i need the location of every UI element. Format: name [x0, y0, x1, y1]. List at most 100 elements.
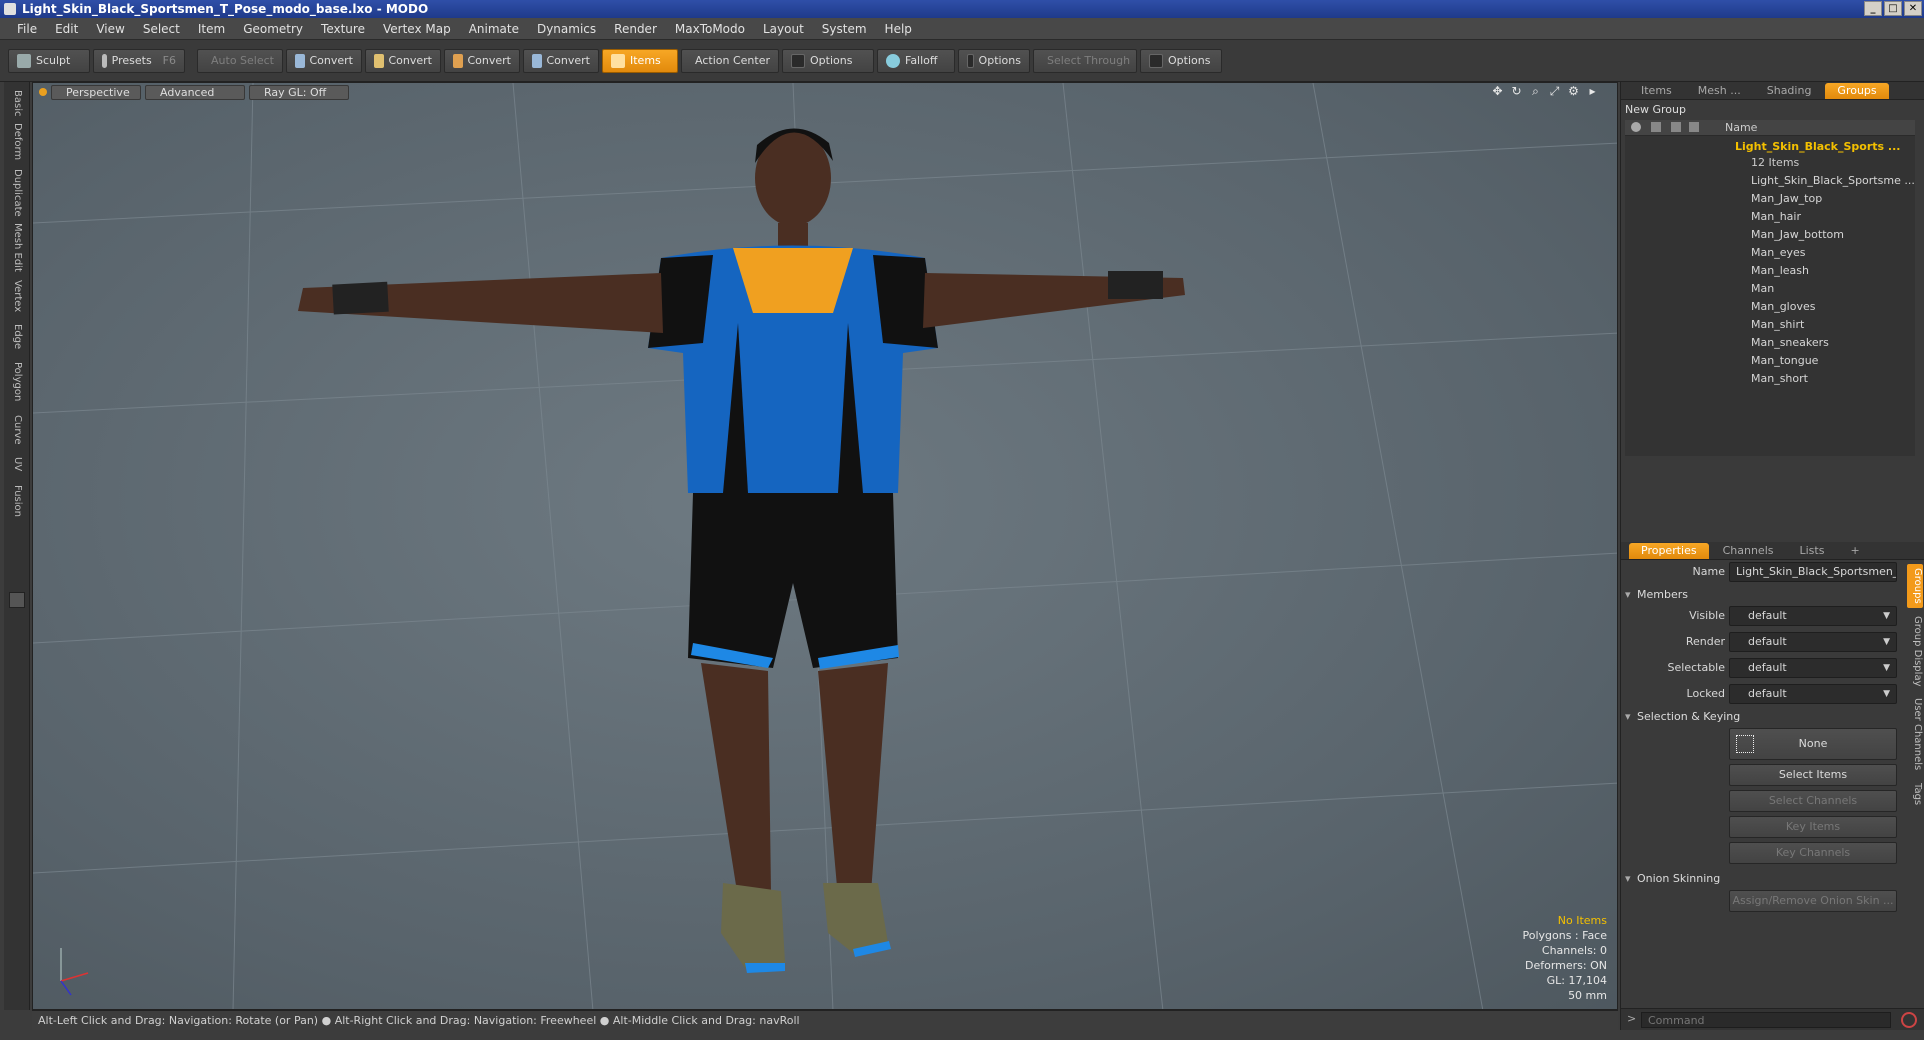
convert-button-4[interactable]: Convert — [523, 48, 599, 73]
tab-duplicate[interactable]: Duplicate — [4, 168, 30, 218]
new-group-button[interactable]: New Group — [1625, 102, 1921, 118]
assign-onion-skin-button[interactable]: Assign/Remove Onion Skin ... — [1729, 890, 1897, 912]
selectable-dropdown[interactable]: default ▼ — [1729, 658, 1897, 678]
select-channels-button[interactable]: Select Channels — [1729, 790, 1897, 812]
action-center-options-button[interactable]: Options — [782, 48, 874, 73]
menu-help[interactable]: Help — [876, 18, 921, 40]
list-item[interactable]: Man — [1751, 280, 1924, 298]
menu-animate[interactable]: Animate — [460, 18, 528, 40]
add-tab-button[interactable]: + — [1838, 543, 1871, 559]
menu-system[interactable]: System — [813, 18, 876, 40]
chevron-right-icon[interactable]: ▸ — [1586, 85, 1599, 98]
group-name-field[interactable]: Light_Skin_Black_Sportsmen_T_P — [1729, 562, 1897, 582]
tab-uv[interactable]: UV — [4, 452, 30, 476]
select-through-options-button[interactable]: Options — [1140, 48, 1222, 73]
menu-texture[interactable]: Texture — [312, 18, 374, 40]
list-item[interactable]: Light_Skin_Black_Sportsme ... — [1751, 172, 1924, 190]
falloff-button[interactable]: Falloff — [877, 48, 955, 73]
key-items-button[interactable]: Key Items — [1729, 816, 1897, 838]
zoom-icon[interactable]: ⌕ — [1529, 85, 1542, 98]
menu-geometry[interactable]: Geometry — [234, 18, 312, 40]
list-item[interactable]: Man_gloves — [1751, 298, 1924, 316]
tab-groups[interactable]: Groups — [1825, 82, 1889, 99]
raygl-toggle[interactable]: Ray GL: Off — [249, 84, 349, 100]
tab-lists[interactable]: Lists — [1788, 543, 1837, 559]
action-center-button[interactable]: Action Center — [681, 48, 779, 73]
gear-icon[interactable]: ⚙ — [1567, 85, 1580, 98]
selection-keying-section[interactable]: Selection & Keying — [1625, 708, 1915, 726]
list-item[interactable]: Man_sneakers — [1751, 334, 1924, 352]
viewport-menu-icon[interactable] — [39, 88, 47, 96]
list-item[interactable]: Man_leash — [1751, 262, 1924, 280]
record-icon[interactable] — [1901, 1012, 1917, 1028]
list-item[interactable]: Man_Jaw_bottom — [1751, 226, 1924, 244]
render-icon[interactable] — [1651, 122, 1661, 132]
tab-deform[interactable]: Deform — [4, 122, 30, 162]
onion-skinning-section[interactable]: Onion Skinning — [1625, 870, 1915, 888]
expand-icon[interactable] — [9, 592, 25, 608]
list-item[interactable]: Man_short — [1751, 370, 1924, 388]
maximize-button[interactable]: □ — [1884, 1, 1902, 16]
minimize-button[interactable]: _ — [1864, 1, 1882, 16]
pan-icon[interactable]: ✥ — [1491, 85, 1504, 98]
side-tab-user-channels[interactable]: User Channels — [1907, 694, 1923, 774]
select-icon[interactable] — [1689, 122, 1699, 132]
locked-dropdown[interactable]: default ▼ — [1729, 684, 1897, 704]
tab-items[interactable]: Items — [1629, 83, 1684, 99]
tab-mesh[interactable]: Mesh ... — [1686, 83, 1753, 99]
side-tab-groups[interactable]: Groups — [1907, 564, 1923, 608]
tab-fusion[interactable]: Fusion — [4, 480, 30, 522]
menu-render[interactable]: Render — [605, 18, 666, 40]
menu-dynamics[interactable]: Dynamics — [528, 18, 605, 40]
side-tab-tags[interactable]: Tags — [1907, 778, 1923, 810]
command-input[interactable] — [1641, 1012, 1891, 1028]
shading-dropdown[interactable]: Advanced — [145, 84, 245, 100]
3d-viewport[interactable]: Perspective Advanced Ray GL: Off ✥ ↻ ⌕ ⤢… — [32, 82, 1618, 1010]
presets-button[interactable]: Presets F6 — [93, 48, 185, 73]
tab-basic[interactable]: Basic — [4, 88, 30, 118]
menu-view[interactable]: View — [87, 18, 133, 40]
list-item[interactable]: Man_shirt — [1751, 316, 1924, 334]
menu-edit[interactable]: Edit — [46, 18, 87, 40]
items-mode-button[interactable]: Items — [602, 48, 678, 73]
auto-select-button[interactable]: Auto Select — [197, 48, 283, 73]
convert-button-3[interactable]: Convert — [444, 48, 520, 73]
none-button[interactable]: None — [1729, 728, 1897, 760]
fit-icon[interactable]: ⤢ — [1548, 85, 1561, 98]
menu-item[interactable]: Item — [189, 18, 234, 40]
render-dropdown[interactable]: default ▼ — [1729, 632, 1897, 652]
tab-vertex[interactable]: Vertex — [4, 276, 30, 316]
menu-layout[interactable]: Layout — [754, 18, 813, 40]
tab-channels[interactable]: Channels — [1711, 543, 1786, 559]
menu-vertex-map[interactable]: Vertex Map — [374, 18, 460, 40]
falloff-options-button[interactable]: Options — [958, 48, 1030, 73]
convert-button-2[interactable]: Convert — [365, 48, 441, 73]
view-type-dropdown[interactable]: Perspective — [51, 84, 141, 100]
list-item[interactable]: Man_Jaw_top — [1751, 190, 1924, 208]
side-tab-group-display[interactable]: Group Display — [1907, 612, 1923, 690]
list-item[interactable]: Man_hair — [1751, 208, 1924, 226]
tab-polygon[interactable]: Polygon — [4, 358, 30, 406]
lock-icon[interactable] — [1671, 122, 1681, 132]
visible-dropdown[interactable]: default ▼ — [1729, 606, 1897, 626]
sculpt-button[interactable]: Sculpt — [8, 48, 90, 73]
list-item[interactable]: Man_eyes — [1751, 244, 1924, 262]
tab-mesh-edit[interactable]: Mesh Edit — [4, 222, 30, 272]
name-column-header[interactable]: Name — [1725, 120, 1757, 136]
eye-icon[interactable] — [1631, 122, 1641, 132]
select-items-button[interactable]: Select Items — [1729, 764, 1897, 786]
close-button[interactable]: ✕ — [1904, 1, 1922, 16]
tab-shading[interactable]: Shading — [1755, 83, 1824, 99]
tab-curve[interactable]: Curve — [4, 412, 30, 448]
menu-maxtomodo[interactable]: MaxToModo — [666, 18, 754, 40]
list-item[interactable]: Man_tongue — [1751, 352, 1924, 370]
select-through-button[interactable]: Select Through — [1033, 48, 1137, 73]
menu-file[interactable]: File — [8, 18, 46, 40]
key-channels-button[interactable]: Key Channels — [1729, 842, 1897, 864]
members-section[interactable]: Members — [1625, 586, 1915, 604]
convert-button-1[interactable]: Convert — [286, 48, 362, 73]
rotate-icon[interactable]: ↻ — [1510, 85, 1523, 98]
tab-properties[interactable]: Properties — [1629, 542, 1709, 559]
tab-edge[interactable]: Edge — [4, 320, 30, 354]
menu-select[interactable]: Select — [134, 18, 189, 40]
